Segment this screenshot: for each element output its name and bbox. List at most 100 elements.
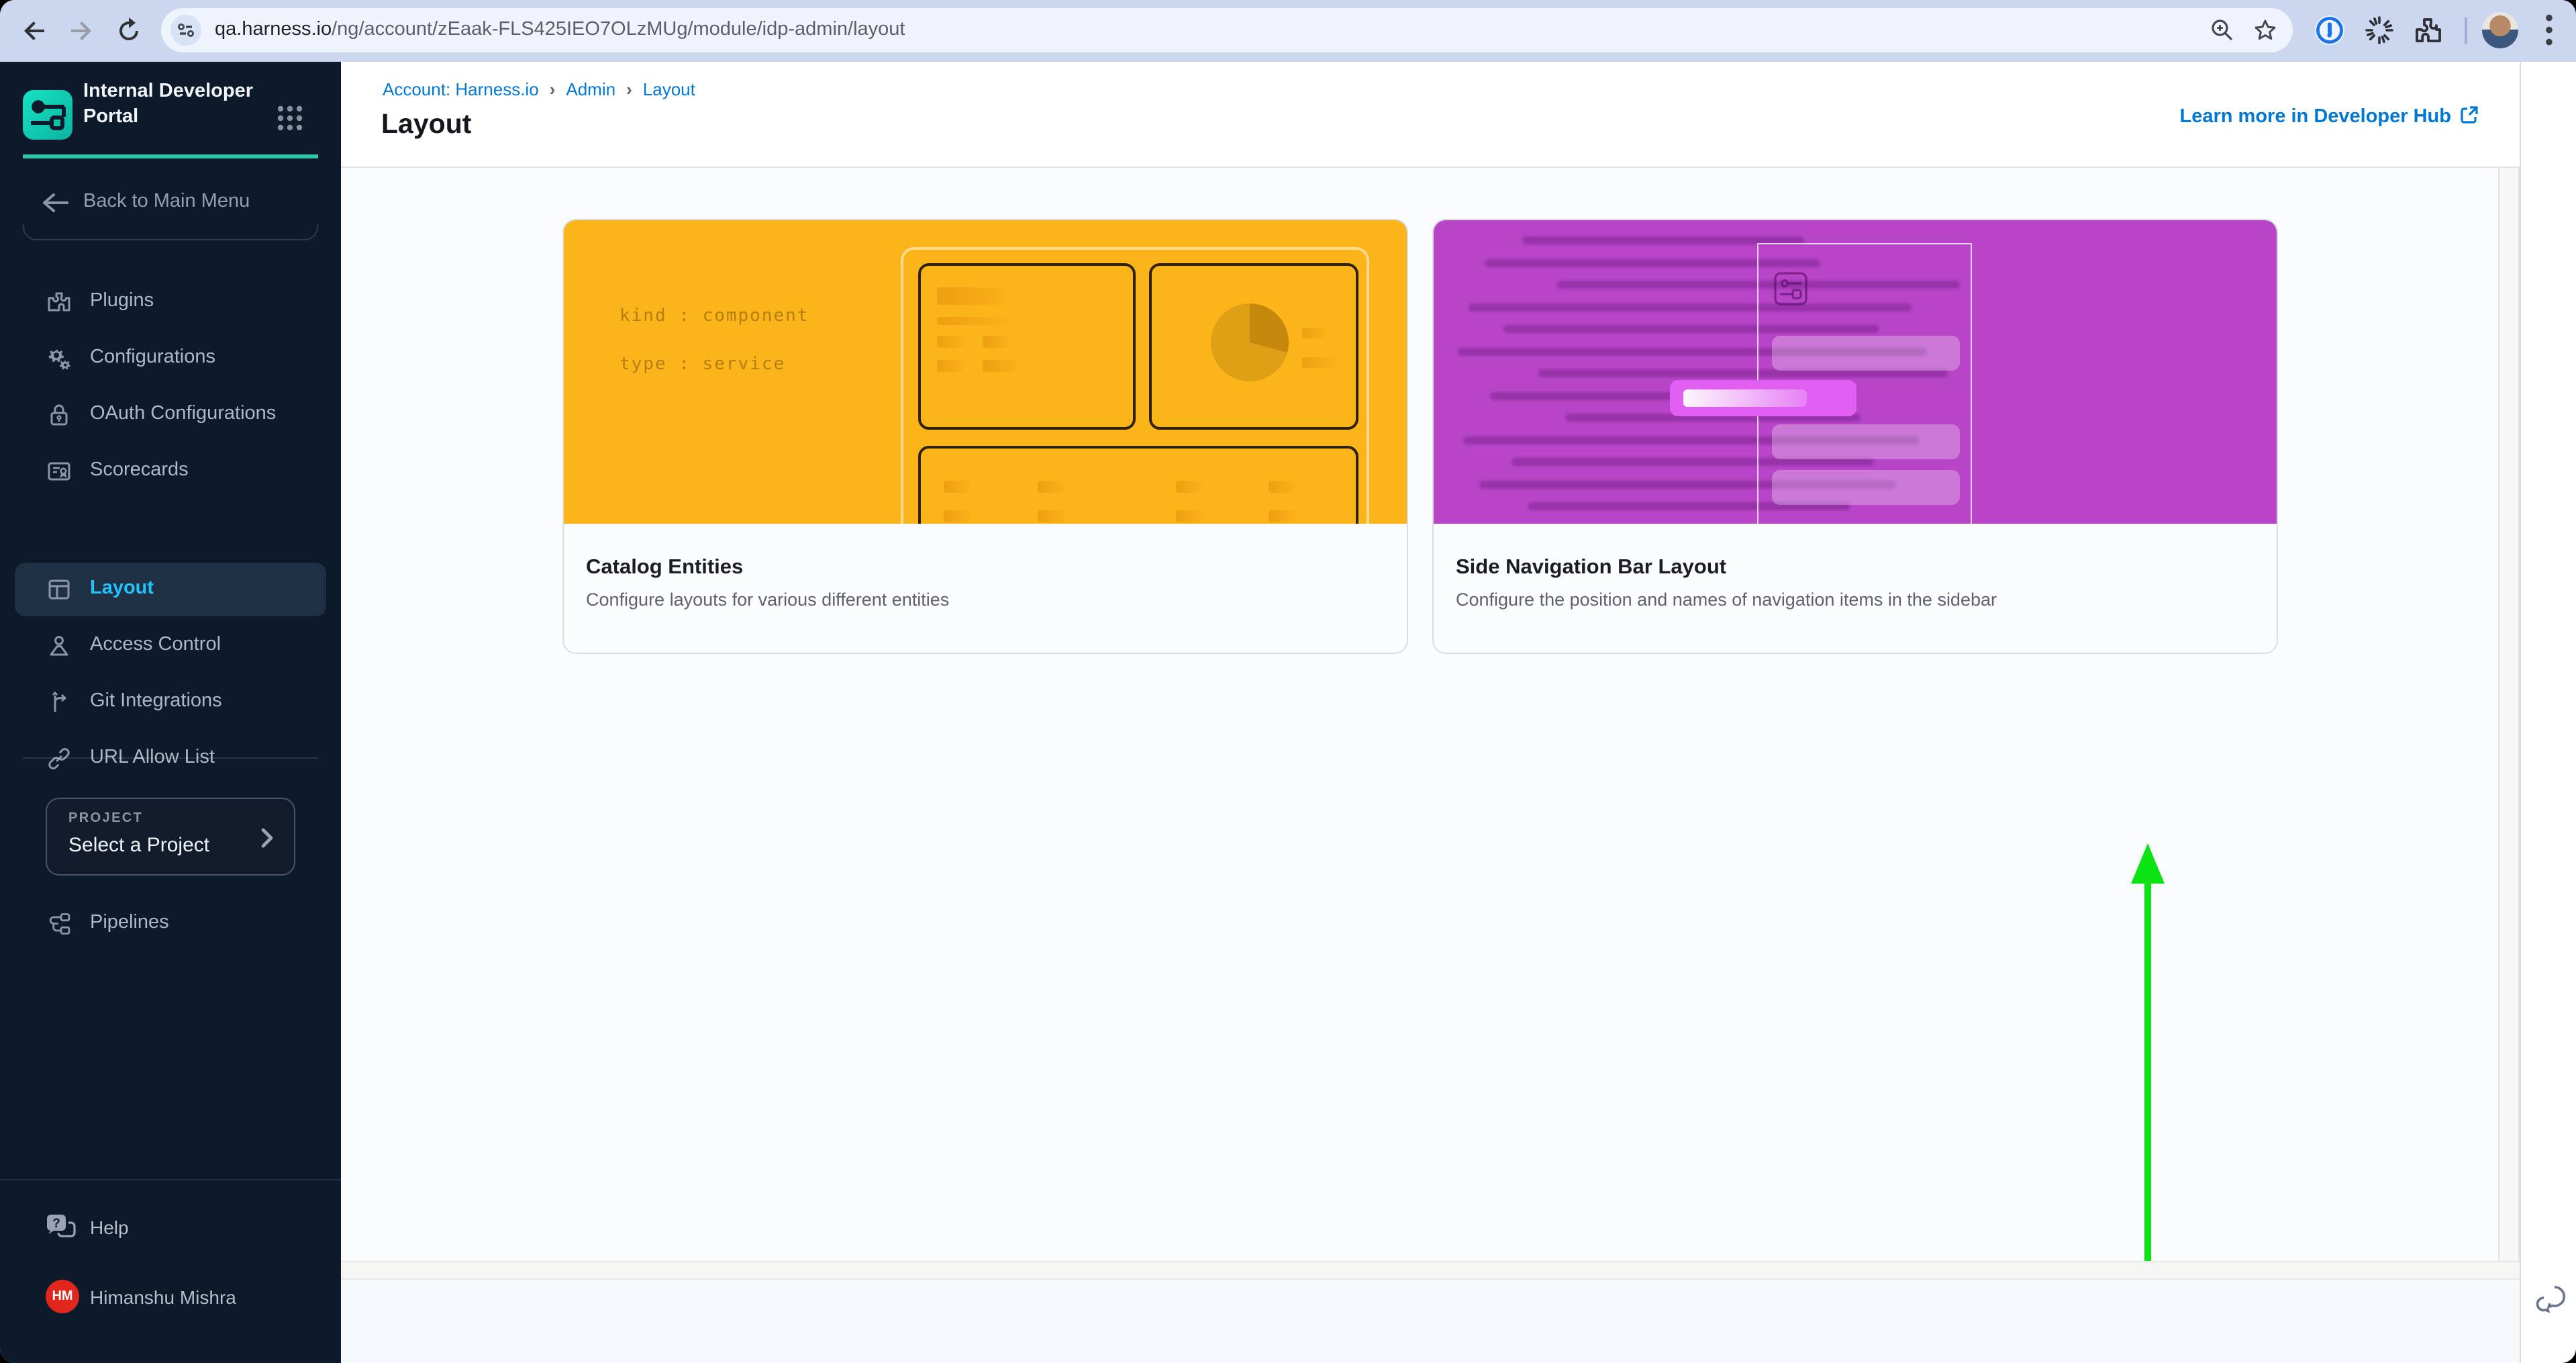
url-path: /ng/account/zEaak-FLS425IEO7OLzMUg/modul… — [332, 19, 905, 40]
bar — [1268, 481, 1295, 493]
toolbar-divider — [2465, 17, 2467, 44]
sidebar-item-label: Scorecards — [90, 459, 189, 481]
layout-icon — [46, 576, 72, 603]
page-header: Account: Harness.io›Admin›Layout Layout … — [341, 62, 2520, 168]
sidebar-item-scorecards[interactable]: Scorecards — [15, 444, 326, 498]
breadcrumb-admin-link[interactable]: Admin — [566, 79, 615, 99]
browser-window: qa.harness.io/ng/account/zEaak-FLS425IEO… — [0, 0, 2576, 1363]
link-icon — [46, 745, 72, 772]
footer-band — [341, 1260, 2520, 1280]
side-nav-illustration — [1433, 220, 2276, 524]
sidebar-item-url-allow-list[interactable]: URL Allow List — [15, 732, 326, 786]
sidebar-item-access-control[interactable]: Access Control — [15, 619, 326, 673]
gears-icon — [46, 345, 72, 372]
nine-dot-grid-glyph — [275, 103, 305, 133]
puzzle-icon — [2411, 13, 2444, 47]
sidebar-item-pipelines[interactable]: Pipelines — [15, 897, 326, 951]
bar — [982, 360, 1017, 372]
spinner-burst-glyph — [2363, 13, 2396, 47]
help-chat-icon: ? — [44, 1211, 77, 1243]
pie-chart-shape — [1210, 303, 1288, 381]
rounded-separator — [23, 224, 318, 240]
url-bar[interactable]: qa.harness.io/ng/account/zEaak-FLS425IEO… — [161, 8, 2293, 52]
sidebar-item-plugins[interactable]: Plugins — [15, 275, 326, 329]
browser-profile-avatar[interactable] — [2482, 12, 2518, 48]
wireframe-card — [918, 446, 1358, 524]
onepassword-extension-icon[interactable] — [2313, 13, 2346, 47]
sidebar-bottom-separator — [0, 1179, 341, 1180]
user-profile[interactable]: HM Himanshu Mishra — [0, 1277, 341, 1317]
loom-extension-icon[interactable] — [2363, 13, 2396, 47]
code-line: kind : component — [620, 306, 809, 326]
dragged-nav-bar — [1669, 380, 1856, 416]
site-settings-icon[interactable] — [170, 15, 201, 46]
nav-bar-placeholder — [1771, 424, 1959, 459]
content-scrollbar[interactable] — [2498, 168, 2520, 1280]
user-name: Himanshu Mishra — [90, 1286, 236, 1308]
sidebar: Internal Developer Portal Back to Main M… — [0, 62, 341, 1363]
sidebar-item-label: Configurations — [90, 346, 215, 368]
url-domain: qa.harness.io — [215, 19, 332, 40]
side-nav-layout-card[interactable]: Side Navigation Bar Layout Configure the… — [1432, 219, 2277, 654]
sidebar-item-label: Access Control — [90, 634, 221, 655]
bar — [936, 287, 1006, 305]
extensions-puzzle-button[interactable] — [2411, 13, 2444, 47]
bar — [936, 360, 963, 372]
project-value: Select a Project — [68, 834, 209, 857]
forward-arrow-icon — [64, 15, 97, 47]
branch-icon — [46, 689, 72, 716]
idp-logo[interactable] — [23, 90, 72, 140]
breadcrumb-separator: › — [550, 79, 556, 99]
sidebar-item-git-integrations[interactable]: Git Integrations — [15, 675, 326, 729]
breadcrumb-layout-link[interactable]: Layout — [643, 79, 695, 99]
bar — [982, 336, 1009, 348]
browser-menu-button[interactable]: ••• — [2542, 12, 2556, 50]
brand-divider — [23, 154, 318, 158]
sidebar-item-label: OAuth Configurations — [90, 403, 276, 424]
bar — [1301, 328, 1326, 338]
browser-toolbar: qa.harness.io/ng/account/zEaak-FLS425IEO… — [0, 0, 2576, 62]
help-button[interactable]: ? Help — [0, 1206, 341, 1249]
help-label: Help — [90, 1217, 129, 1238]
app-switcher-grid-icon[interactable] — [275, 103, 305, 133]
bar — [1037, 510, 1064, 522]
catalog-entities-illustration: kind : component type : service — [563, 220, 1406, 524]
card-description: Configure layouts for various different … — [586, 590, 949, 610]
bookmark-star-button[interactable] — [2251, 16, 2279, 44]
tune-glyph — [170, 15, 201, 46]
external-link-icon — [2459, 105, 2479, 125]
below-footer-area — [341, 1280, 2520, 1363]
bar — [1301, 357, 1334, 368]
browser-back-button[interactable] — [19, 15, 51, 47]
sidebar-item-layout[interactable]: Layout — [15, 563, 326, 616]
sidebar-item-label: Pipelines — [90, 912, 169, 933]
url-text[interactable]: qa.harness.io/ng/account/zEaak-FLS425IEO… — [215, 8, 905, 52]
lock-icon — [46, 402, 72, 428]
pipelines-icon — [46, 910, 72, 937]
breadcrumb-account-link[interactable]: Account: Harness.io — [383, 79, 539, 99]
back-to-main-menu-label: Back to Main Menu — [83, 191, 250, 212]
learn-more-link[interactable]: Learn more in Developer Hub — [2180, 105, 2480, 128]
resource-center-chat-icon[interactable] — [2536, 1281, 2571, 1316]
sidebar-item-label: Layout — [90, 577, 154, 599]
breadcrumb: Account: Harness.io › Admin › Layout — [383, 79, 695, 99]
bar — [1037, 481, 1064, 493]
sidebar-item-oauth-configurations[interactable]: OAuth Configurations — [15, 388, 326, 442]
bar — [1175, 510, 1202, 522]
idp-logo-glyph — [23, 90, 72, 140]
left-arrow-icon — [40, 189, 70, 216]
reload-icon — [113, 15, 145, 47]
browser-forward-button[interactable] — [64, 15, 97, 47]
browser-reload-button[interactable] — [113, 15, 145, 47]
star-icon — [2251, 16, 2279, 44]
sidebar-item-configurations[interactable]: Configurations — [15, 332, 326, 385]
code-line: type : service — [620, 355, 785, 375]
project-selector[interactable]: PROJECT Select a Project — [46, 798, 295, 876]
breadcrumb-separator: › — [626, 79, 632, 99]
back-to-main-menu[interactable]: Back to Main Menu — [0, 183, 341, 223]
bar — [936, 317, 1006, 325]
person-icon — [46, 632, 72, 659]
zoom-page-button[interactable] — [2208, 16, 2236, 44]
catalog-entities-card[interactable]: kind : component type : service — [562, 219, 1407, 654]
bar — [943, 510, 970, 522]
